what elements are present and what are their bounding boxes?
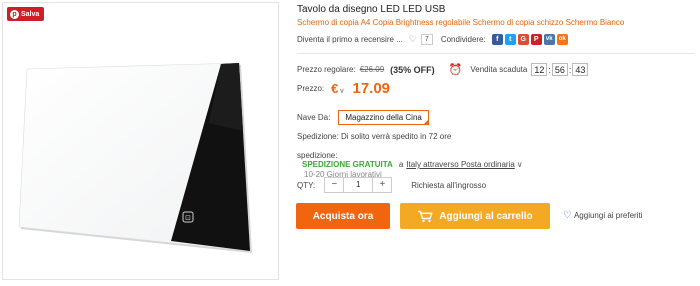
current-price-row: Prezzo: €∨ 17.09 bbox=[297, 80, 390, 97]
google-plus-icon[interactable]: G bbox=[517, 34, 529, 45]
quantity-input[interactable]: 1 bbox=[343, 178, 374, 192]
timer-minutes: 56 bbox=[551, 63, 568, 76]
quantity-stepper: − 1 + bbox=[324, 177, 393, 193]
wishlist-heart-icon[interactable]: ♡ bbox=[409, 34, 417, 45]
cart-icon bbox=[418, 210, 433, 222]
vk-icon[interactable]: vk bbox=[543, 34, 555, 45]
alarm-clock-icon: ⏰ bbox=[448, 64, 463, 76]
quantity-row: QTY: − 1 + Richiesta all'ingrosso bbox=[297, 177, 486, 193]
quantity-increase-button[interactable]: + bbox=[373, 178, 391, 192]
timer-separator: : bbox=[568, 64, 572, 75]
warehouse-label: Magazzino della Cina bbox=[345, 113, 422, 122]
facebook-icon[interactable]: f bbox=[491, 34, 503, 45]
section-divider bbox=[297, 53, 695, 54]
product-subtitle: Schermo di copia A4 Copia Brightness reg… bbox=[297, 18, 625, 27]
pinterest-share-icon[interactable]: P bbox=[530, 34, 542, 45]
currency-selector[interactable]: €∨ bbox=[331, 81, 344, 96]
product-image: ⊡ bbox=[18, 62, 252, 253]
free-shipping-label: SPEDIZIONE GRATUITA bbox=[302, 160, 393, 169]
first-review-link[interactable]: Diventa il primo a recensire ... bbox=[297, 35, 403, 44]
timer-separator: : bbox=[548, 64, 551, 75]
product-image-panel[interactable]: p Salva ⊡ bbox=[2, 2, 279, 280]
sale-expires-label: Vendita scaduta bbox=[470, 65, 528, 74]
currency-symbol: € bbox=[331, 81, 339, 96]
shipping-time-note: Spedizione: Di solito verrà spedito in 7… bbox=[297, 132, 452, 141]
countdown-timer: 12 : 56 : 43 bbox=[531, 63, 589, 76]
bulk-request-link[interactable]: Richiesta all'ingrosso bbox=[411, 181, 486, 190]
quantity-label: QTY: bbox=[297, 180, 316, 190]
warehouse-option[interactable]: Magazzino della Cina bbox=[338, 110, 429, 125]
add-to-wishlist-label: Aggiungi ai preferiti bbox=[573, 211, 643, 220]
regular-price-row: Prezzo regolare: €26.09 (35% OFF) ⏰ Vend… bbox=[297, 63, 589, 76]
selected-check-icon bbox=[422, 119, 429, 125]
ship-from-label: Nave Da: bbox=[297, 113, 331, 122]
shipping-label: spedizione: bbox=[297, 151, 338, 160]
timer-seconds: 43 bbox=[572, 63, 589, 76]
ship-from-row: Nave Da: Magazzino della Cina bbox=[297, 110, 429, 125]
add-to-cart-button[interactable]: Aggiungi al carrello bbox=[400, 203, 550, 229]
heart-icon: ♡ bbox=[563, 210, 572, 221]
twitter-icon[interactable]: t bbox=[504, 34, 516, 45]
discount-badge: (35% OFF) bbox=[390, 64, 435, 75]
chevron-down-icon: ∨ bbox=[339, 88, 345, 95]
odnoklassniki-icon[interactable]: ok bbox=[556, 34, 568, 45]
wishlist-count: 7 bbox=[420, 34, 433, 45]
add-to-cart-label: Aggiungi al carrello bbox=[439, 210, 533, 222]
review-share-row: Diventa il primo a recensire ... ♡ 7 Con… bbox=[297, 34, 568, 45]
svg-text:⊡: ⊡ bbox=[185, 214, 191, 222]
current-price: 17.09 bbox=[352, 80, 391, 97]
share-label: Condividere: bbox=[440, 35, 486, 44]
quantity-decrease-button[interactable]: − bbox=[325, 178, 343, 192]
price-label: Prezzo: bbox=[297, 84, 325, 93]
add-to-wishlist-link[interactable]: ♡ Aggiungi ai preferiti bbox=[563, 210, 642, 221]
timer-hours: 12 bbox=[531, 63, 548, 76]
regular-price-label: Prezzo regolare: bbox=[297, 65, 356, 74]
buy-now-button[interactable]: Acquista ora bbox=[296, 203, 390, 229]
social-share-buttons: f t G P vk ok bbox=[491, 34, 568, 45]
product-title: Tavolo da disegno LED LED USB bbox=[297, 4, 446, 15]
regular-price: €26.09 bbox=[359, 65, 385, 74]
shipping-method-selector[interactable]: Italy attraverso Posta ordinaria bbox=[406, 160, 515, 169]
chevron-down-icon[interactable]: ∨ bbox=[517, 160, 523, 169]
shipping-to-label: a bbox=[398, 160, 404, 169]
shipping-method-row: SPEDIZIONE GRATUITA a Italy attraverso P… bbox=[302, 160, 523, 169]
